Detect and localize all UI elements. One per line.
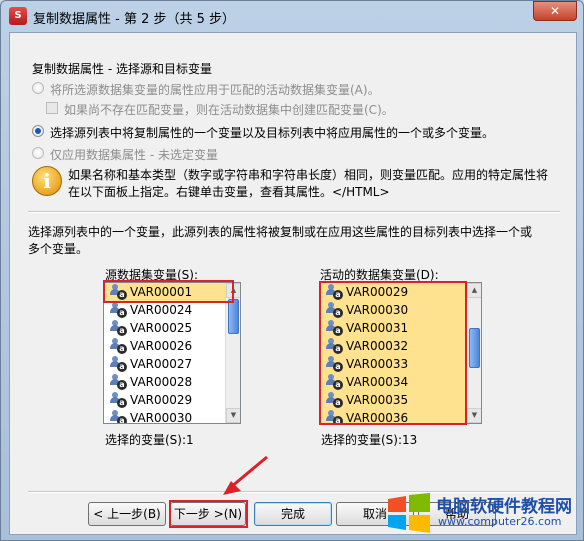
title-bar[interactable]: S 复制数据属性 - 第 2 步（共 5 步） ✕: [1, 1, 583, 31]
radio-apply-matching[interactable]: [32, 82, 44, 94]
list-item[interactable]: a VAR00027: [104, 355, 240, 373]
variable-name: VAR00028: [130, 375, 193, 389]
radio-select-source-target-label: 选择源列表中将复制属性的一个变量以及目标列表中将应用属性的一个或多个变量。: [50, 126, 495, 140]
watermark-title: 电脑软硬件教程网: [436, 497, 572, 517]
list-item[interactable]: a VAR00024: [104, 301, 240, 319]
source-highlight-frame: [103, 280, 234, 303]
divider: [28, 211, 560, 213]
variable-name: VAR00029: [130, 393, 193, 407]
instruction-line1: 选择源列表中的一个变量，此源列表的属性将被复制或在应用这些属性的目标列表中选择一…: [28, 225, 533, 239]
close-button[interactable]: ✕: [533, 1, 577, 21]
window-title: 复制数据属性 - 第 2 步（共 5 步）: [33, 12, 236, 27]
scroll-up-icon[interactable]: ▲: [467, 283, 481, 298]
checkbox-create-matching-label: 如果尚不存在匹配变量，则在活动数据集中创建匹配变量(C)。: [64, 103, 394, 117]
scroll-down-icon[interactable]: ▼: [226, 408, 240, 423]
info-text-line2: 在以下面板上指定。右键单击变量，查看其属性。</HTML>: [68, 185, 390, 199]
source-variable-list[interactable]: a VAR00001 a VAR00024 a VAR00025 a VAR00026 a VAR…: [103, 282, 241, 424]
list-item[interactable]: a VAR00030: [104, 409, 240, 424]
list-item[interactable]: a VAR00028: [104, 373, 240, 391]
watermark-url: www.computer26.com: [438, 515, 562, 528]
variable-icon: a: [110, 302, 127, 318]
variable-name: VAR00027: [130, 357, 193, 371]
dialog-client-area: 复制数据属性 - 选择源和目标变量 将所选源数据集变量的属性应用于匹配的活动数据…: [9, 32, 577, 535]
list-item[interactable]: a VAR00026: [104, 337, 240, 355]
app-icon: S: [9, 7, 27, 25]
variable-name: VAR00030: [130, 411, 193, 424]
section-title: 复制数据属性 - 选择源和目标变量: [32, 62, 212, 76]
source-selected-count: 选择的变量(S):1: [105, 433, 194, 447]
info-icon: i: [32, 166, 62, 196]
scroll-down-icon[interactable]: ▼: [467, 408, 481, 423]
back-button[interactable]: < 上一步(B): [88, 502, 166, 526]
instruction-line2: 多个变量。: [28, 242, 89, 256]
variable-icon: a: [110, 320, 127, 336]
variable-icon: a: [110, 410, 127, 423]
info-text-line1: 如果名称和基本类型（数字或字符串和字符串长度）相同，则变量匹配。应用的特定属性将: [68, 168, 549, 182]
variable-icon: a: [110, 356, 127, 372]
variable-icon: a: [110, 338, 127, 354]
windows-logo-icon: [388, 493, 430, 533]
target-selected-count: 选择的变量(S):13: [321, 433, 418, 447]
source-list-scrollbar[interactable]: ▲ ▼: [225, 283, 240, 423]
dialog-window: S 复制数据属性 - 第 2 步（共 5 步） ✕ 复制数据属性 - 选择源和目…: [0, 0, 584, 541]
radio-dataset-only[interactable]: [32, 147, 44, 159]
list-item[interactable]: a VAR00029: [104, 391, 240, 409]
target-list-scrollbar[interactable]: ▲ ▼: [466, 283, 481, 423]
pointer-arrow-icon: [223, 455, 268, 495]
finish-button[interactable]: 完成: [254, 502, 332, 526]
radio-select-source-target[interactable]: [32, 125, 44, 137]
radio-dataset-only-label: 仅应用数据集属性 - 未选定变量: [50, 148, 218, 162]
list-item[interactable]: a VAR00025: [104, 319, 240, 337]
variable-icon: a: [110, 392, 127, 408]
variable-name: VAR00026: [130, 339, 193, 353]
checkbox-create-matching[interactable]: [46, 102, 58, 114]
scroll-thumb[interactable]: [469, 328, 480, 368]
target-highlight-frame: [319, 281, 467, 425]
variable-name: VAR00024: [130, 303, 193, 317]
scroll-thumb[interactable]: [228, 299, 239, 334]
watermark: 电脑软硬件教程网 www.computer26.com: [384, 489, 580, 537]
radio-apply-matching-label: 将所选源数据集变量的属性应用于匹配的活动数据集变量(A)。: [50, 83, 380, 97]
variable-icon: a: [110, 374, 127, 390]
next-highlight-frame: [169, 500, 248, 528]
variable-name: VAR00025: [130, 321, 193, 335]
